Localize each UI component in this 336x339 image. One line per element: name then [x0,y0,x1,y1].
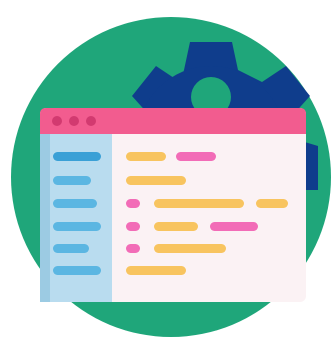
code-line [126,266,186,275]
code-line [126,176,186,185]
code-line [126,152,166,161]
sidebar-line [53,266,101,275]
window-dot [69,116,79,126]
window-dot [52,116,62,126]
sidebar-line [53,199,97,208]
sidebar-line [53,176,91,185]
sidebar-line [53,244,89,253]
code-line [126,244,140,253]
code-line [154,244,226,253]
window-titlebar [40,108,306,134]
code-line [210,222,258,231]
settings-code-window-icon [11,17,331,337]
code-line [126,222,140,231]
code-line [154,222,198,231]
code-window [40,108,306,302]
sidebar-line [53,222,101,231]
sidebar-shade [40,134,50,302]
code-line [126,199,140,208]
code-line [256,199,288,208]
window-dot [86,116,96,126]
sidebar-line [53,152,101,161]
code-line [154,199,244,208]
code-line [176,152,216,161]
